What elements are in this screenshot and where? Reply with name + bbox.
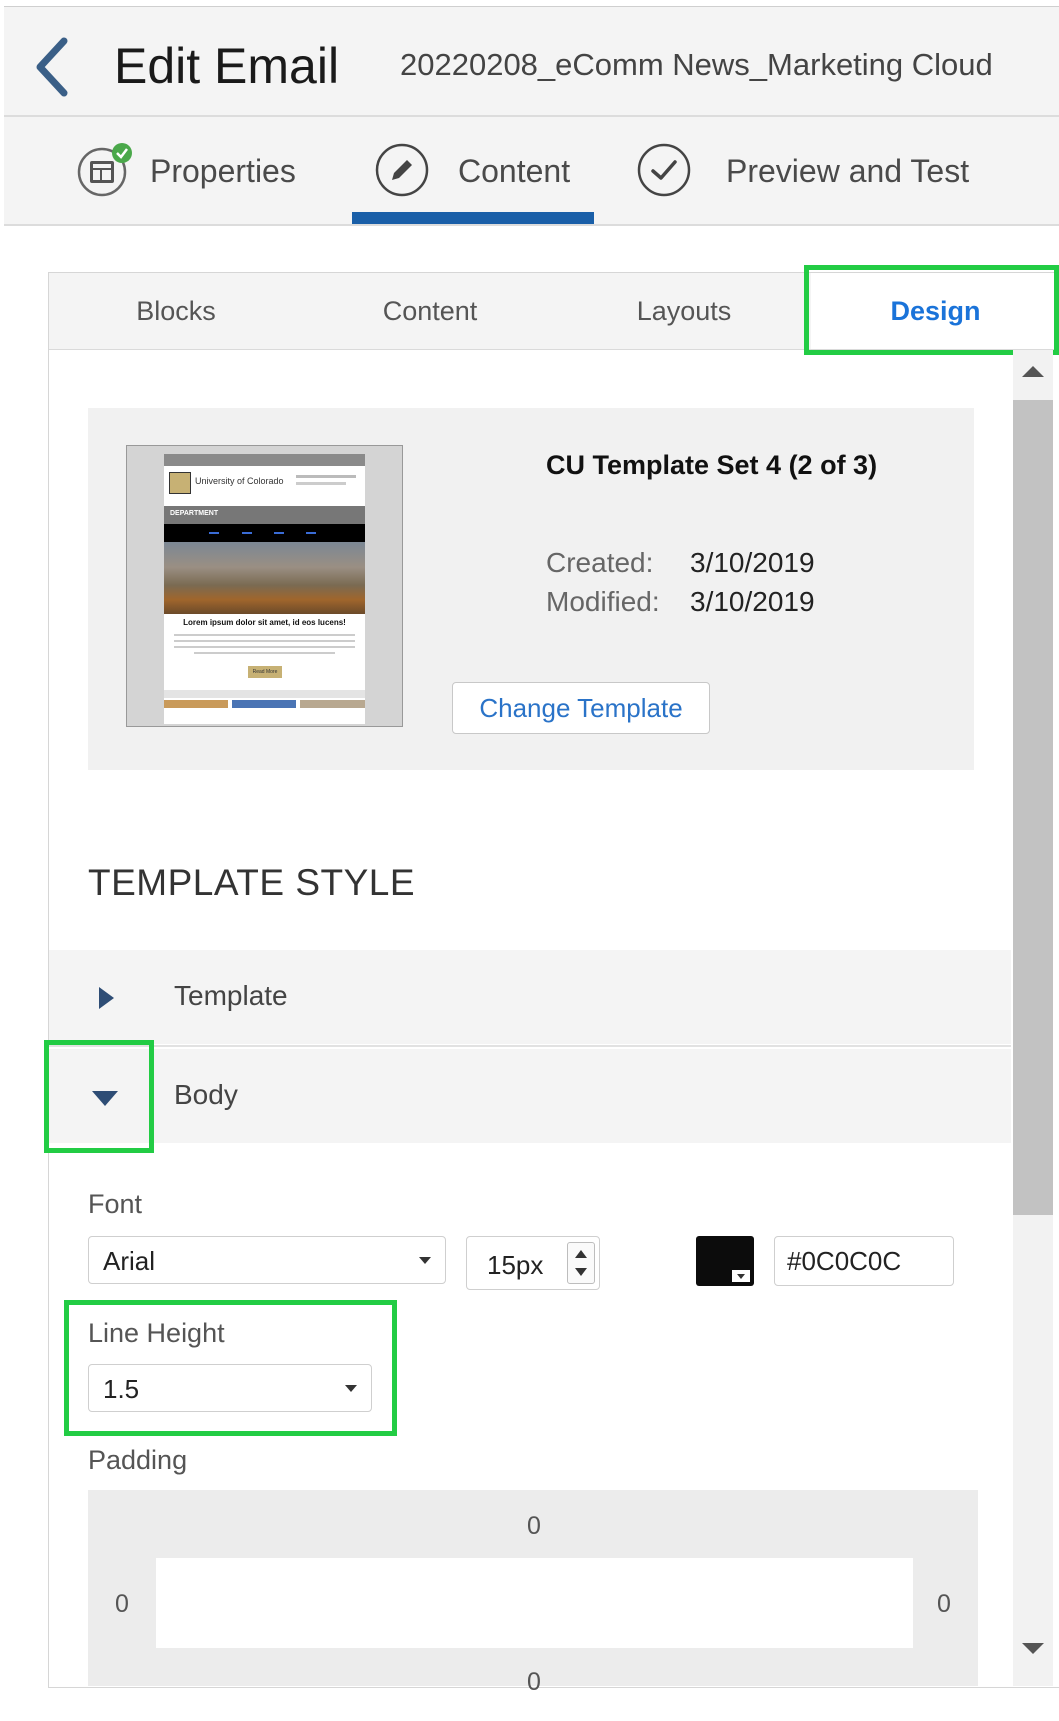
modified-value: 3/10/2019 [690,586,815,617]
line-height-value: 1.5 [103,1374,140,1404]
padding-right-value[interactable]: 0 [924,1590,964,1619]
properties-icon [77,143,132,197]
tab-design[interactable]: Design [811,273,1059,349]
thumb-line [296,482,346,485]
dropdown-caret-icon [419,1257,431,1264]
scrollbar-thumb[interactable] [1013,400,1053,1215]
font-size-spin-buttons[interactable] [567,1242,595,1284]
padding-label: Padding [88,1445,188,1475]
line-height-select[interactable]: 1.5 [88,1364,372,1412]
thumb-button: Read More [248,666,282,678]
spin-up-icon[interactable] [574,1249,588,1259]
dropdown-caret-icon [345,1385,357,1392]
header-bar: Edit Email 20220208_eComm News_Marketing… [4,7,1059,117]
edit-email-screen: Edit Email 20220208_eComm News_Marketing… [0,0,1059,1721]
thumb-topbar [164,454,365,466]
thumb-department-bar: DEPARTMENT [164,506,365,524]
modified-label: Modified: [546,586,660,617]
thumb-department: DEPARTMENT [170,510,219,517]
font-color-hex-input[interactable] [774,1236,954,1286]
template-name: CU Template Set 4 (2 of 3) [546,450,878,480]
thumb-logo [169,472,191,494]
accordion-divider [49,1045,1011,1047]
accordion-body-label: Body [174,1079,238,1110]
padding-left-value[interactable]: 0 [102,1590,142,1619]
email-name: 20220208_eComm News_Marketing Cloud [400,47,993,82]
panel-tabs: Blocks Content Layouts Design [49,273,1059,350]
thumb-nav-link [242,532,252,534]
thumb-image [300,700,365,708]
tab-layouts[interactable]: Layouts [557,273,811,349]
step-preview-and-test[interactable]: Preview and Test [636,117,1016,224]
thumb-image [232,700,296,708]
accordion-template-label: Template [174,980,288,1011]
active-step-indicator [352,212,594,224]
thumb-image [164,700,228,708]
scroll-up-arrow-icon[interactable] [1018,362,1048,382]
thumb-line [194,652,335,654]
tab-content[interactable]: Content [303,273,557,349]
steps-bar: Properties Content Preview and Test [4,117,1059,226]
page-title: Edit Email [114,38,340,94]
chevron-left-icon[interactable] [30,35,74,99]
accordion-body[interactable]: Body [49,1049,1011,1143]
swatch-dropdown-icon [732,1270,750,1282]
padding-bottom-value[interactable]: 0 [514,1668,554,1697]
change-template-button[interactable]: Change Template [452,682,710,734]
font-size-value: 15px [487,1250,544,1280]
scroll-down-arrow-icon[interactable] [1018,1638,1048,1658]
font-color-swatch[interactable] [696,1236,754,1286]
line-height-label: Line Height [88,1318,225,1348]
spin-down-icon[interactable] [574,1267,588,1277]
created-label: Created: [546,547,654,578]
step-content-label: Content [458,153,571,189]
thumb-logo-text: University of Colorado [195,476,284,486]
thumb-line [174,640,355,642]
step-content[interactable]: Content [370,117,600,224]
caret-down-icon [92,1091,118,1106]
thumb-nav-link [306,532,316,534]
padding-inner-box [156,1558,913,1648]
thumb-hero-image [164,542,365,614]
template-thumbnail[interactable]: University of Colorado DEPARTMENT Lorem … [126,445,403,727]
font-family-value: Arial [103,1246,156,1276]
thumb-nav-link [274,532,284,534]
created-value: 3/10/2019 [690,547,815,578]
section-title: TEMPLATE STYLE [88,862,416,903]
thumb-email: University of Colorado DEPARTMENT Lorem … [164,454,365,724]
thumb-line [296,475,356,478]
padding-top-value[interactable]: 0 [514,1512,554,1541]
accordion-template[interactable]: Template [49,950,1011,1044]
font-size-stepper[interactable]: 15px [466,1236,600,1290]
tab-blocks[interactable]: Blocks [49,273,303,349]
thumb-headline: Lorem ipsum dolor sit amet, id eos lucen… [183,618,346,627]
caret-right-icon [99,987,114,1009]
thumb-footer [164,690,365,698]
check-circle-icon [637,143,691,197]
font-family-select[interactable]: Arial [88,1236,446,1284]
pencil-icon [375,143,429,197]
font-label: Font [88,1189,143,1219]
thumb-nav [164,524,365,542]
thumb-line [174,634,355,636]
step-properties[interactable]: Properties [68,117,328,224]
step-properties-label: Properties [150,153,296,189]
step-preview-label: Preview and Test [726,153,970,189]
thumb-nav-link [209,532,219,534]
thumb-line [174,646,355,648]
